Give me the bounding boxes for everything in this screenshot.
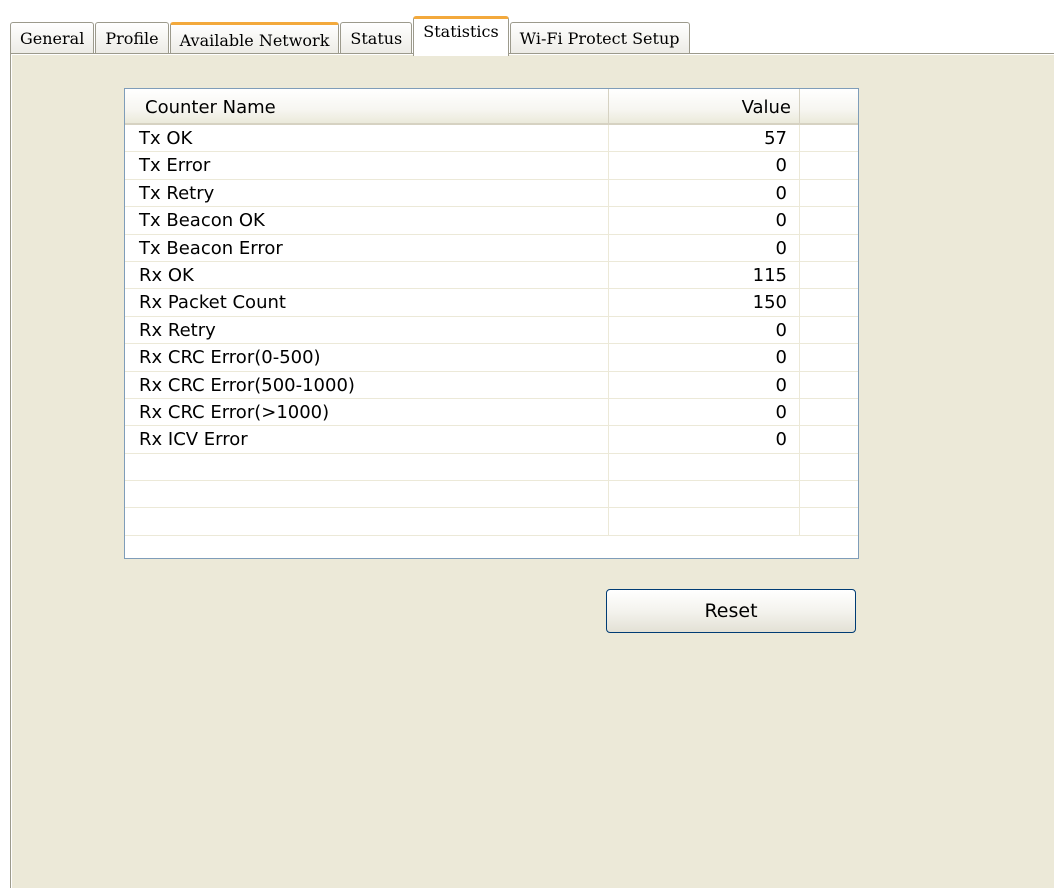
counter-name-cell: Rx Retry xyxy=(125,316,609,344)
statistics-list[interactable]: Counter Name Value Tx OK 57 Tx Error 0 Tx Re… xyxy=(124,88,859,559)
row-filler-cell xyxy=(800,125,858,151)
counter-value-cell: 0 xyxy=(609,426,800,453)
column-header-counter-name[interactable]: Counter Name xyxy=(125,89,609,123)
table-row[interactable]: Rx CRC Error(0-500) 0 xyxy=(125,344,858,372)
table-row[interactable]: Tx OK 57 xyxy=(125,125,858,153)
column-header-filler xyxy=(800,89,858,123)
row-filler-cell xyxy=(800,372,858,398)
counter-value-cell: 0 xyxy=(609,371,800,398)
counter-value-cell xyxy=(609,453,800,481)
table-row[interactable] xyxy=(125,453,858,482)
row-filler-cell xyxy=(800,344,858,370)
counter-name-cell: Tx Error xyxy=(125,152,609,179)
row-filler-cell xyxy=(800,426,858,452)
column-header-value[interactable]: Value xyxy=(609,89,800,123)
table-row[interactable]: Rx ICV Error 0 xyxy=(125,426,858,454)
counter-name-cell xyxy=(125,481,609,508)
counter-name-cell: Rx CRC Error(>1000) xyxy=(125,398,609,426)
row-filler-cell xyxy=(800,481,858,507)
counter-name-cell: Tx Beacon Error xyxy=(125,234,609,261)
counter-value-cell: 0 xyxy=(609,152,800,179)
counter-value-cell: 0 xyxy=(609,207,800,234)
tab-statistics[interactable]: Statistics xyxy=(413,16,509,56)
tab-wifi-protect-setup[interactable]: Wi-Fi Protect Setup xyxy=(509,22,690,54)
statistics-panel: Counter Name Value Tx OK 57 Tx Error 0 Tx Re… xyxy=(10,53,1054,888)
table-row[interactable]: Rx CRC Error(500-1000) 0 xyxy=(125,371,858,399)
counter-name-cell xyxy=(125,508,609,535)
row-filler-cell xyxy=(800,289,858,315)
row-filler-cell xyxy=(800,454,858,480)
table-row[interactable] xyxy=(125,481,858,509)
counter-name-cell: Tx Retry xyxy=(125,179,609,207)
counter-value-cell: 0 xyxy=(609,398,800,426)
counter-value-cell xyxy=(609,481,800,508)
counter-value-cell: 150 xyxy=(609,289,800,316)
counter-value-cell: 0 xyxy=(609,344,800,371)
tab-status[interactable]: Status xyxy=(340,22,413,54)
table-row[interactable]: Rx OK 115 xyxy=(125,261,858,290)
table-row[interactable]: Tx Beacon Error 0 xyxy=(125,234,858,262)
counter-name-cell: Tx Beacon OK xyxy=(125,207,609,234)
tab-available-network[interactable]: Available Network xyxy=(169,22,340,54)
counter-value-cell: 115 xyxy=(609,261,800,289)
counter-value-cell: 0 xyxy=(609,179,800,207)
counter-name-cell xyxy=(125,453,609,481)
table-row[interactable]: Rx CRC Error(>1000) 0 xyxy=(125,398,858,427)
row-filler-cell xyxy=(800,235,858,261)
counter-name-cell: Rx OK xyxy=(125,261,609,289)
table-row[interactable]: Rx Retry 0 xyxy=(125,316,858,345)
reset-button[interactable]: Reset xyxy=(606,589,856,633)
list-header: Counter Name Value xyxy=(125,89,858,125)
tab-strip: General Profile Available Network Status… xyxy=(10,16,691,56)
counter-name-cell: Rx ICV Error xyxy=(125,426,609,453)
row-filler-cell xyxy=(800,317,858,343)
table-row[interactable]: Tx Retry 0 xyxy=(125,179,858,208)
tab-profile[interactable]: Profile xyxy=(95,22,169,54)
row-filler-cell xyxy=(800,399,858,425)
row-filler-cell xyxy=(800,262,858,288)
table-row[interactable]: Tx Beacon OK 0 xyxy=(125,207,858,235)
row-filler-cell xyxy=(800,152,858,178)
table-row[interactable]: Rx Packet Count 150 xyxy=(125,289,858,317)
list-body: Tx OK 57 Tx Error 0 Tx Retry 0 Tx Beacon OK 0 Tx… xyxy=(125,125,858,536)
counter-value-cell: 0 xyxy=(609,316,800,344)
counter-value-cell: 57 xyxy=(609,125,800,152)
row-filler-cell xyxy=(800,207,858,233)
table-row[interactable] xyxy=(125,508,858,536)
counter-name-cell: Rx CRC Error(500-1000) xyxy=(125,371,609,398)
counter-name-cell: Rx CRC Error(0-500) xyxy=(125,344,609,371)
counter-value-cell: 0 xyxy=(609,234,800,261)
wireless-utility-window: General Profile Available Network Status… xyxy=(0,0,1054,888)
counter-value-cell xyxy=(609,508,800,535)
row-filler-cell xyxy=(800,180,858,206)
row-filler-cell xyxy=(800,508,858,534)
counter-name-cell: Rx Packet Count xyxy=(125,289,609,316)
counter-name-cell: Tx OK xyxy=(125,125,609,152)
tab-general[interactable]: General xyxy=(10,22,95,54)
table-row[interactable]: Tx Error 0 xyxy=(125,152,858,180)
